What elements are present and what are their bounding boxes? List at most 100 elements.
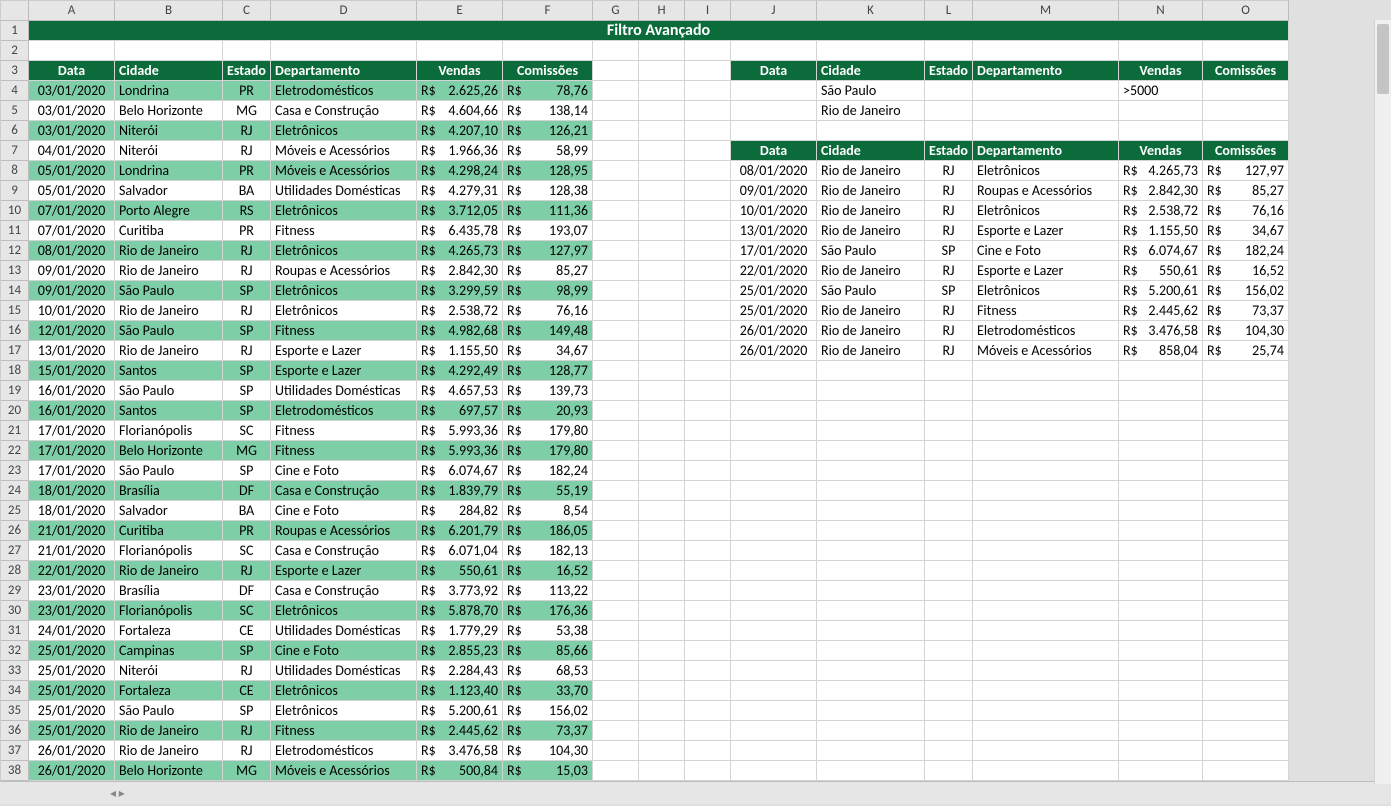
cell[interactable]	[115, 41, 223, 61]
row-header-11[interactable]: 11	[1, 221, 29, 241]
row-header-38[interactable]: 38	[1, 761, 29, 781]
cell[interactable]	[685, 101, 731, 121]
cell[interactable]	[593, 161, 639, 181]
cell[interactable]	[639, 121, 685, 141]
cell[interactable]	[817, 561, 925, 581]
cell[interactable]	[817, 381, 925, 401]
cell[interactable]	[925, 721, 973, 741]
cell[interactable]	[817, 481, 925, 501]
row-header-3[interactable]: 3	[1, 61, 29, 81]
cell[interactable]	[685, 461, 731, 481]
row-header-30[interactable]: 30	[1, 601, 29, 621]
cell[interactable]	[731, 441, 817, 461]
cell[interactable]	[639, 521, 685, 541]
cell[interactable]	[925, 541, 973, 561]
row-header-13[interactable]: 13	[1, 261, 29, 281]
cell[interactable]	[973, 361, 1119, 381]
cell[interactable]	[817, 741, 925, 761]
cell[interactable]	[925, 741, 973, 761]
cell[interactable]	[925, 441, 973, 461]
row-header-4[interactable]: 4	[1, 81, 29, 101]
cell[interactable]	[731, 41, 817, 61]
cell[interactable]	[925, 41, 973, 61]
cell[interactable]	[1119, 581, 1203, 601]
cell[interactable]	[685, 301, 731, 321]
cell[interactable]	[1119, 661, 1203, 681]
cell[interactable]	[1119, 41, 1203, 61]
tab-scroll-icon[interactable]: ◂ ▸	[110, 786, 125, 801]
cell[interactable]	[593, 121, 639, 141]
col-header-G[interactable]: G	[593, 1, 639, 21]
cell[interactable]	[685, 621, 731, 641]
cell[interactable]	[1119, 621, 1203, 641]
cell[interactable]	[639, 341, 685, 361]
cell[interactable]	[973, 381, 1119, 401]
cell[interactable]	[685, 401, 731, 421]
cell[interactable]	[639, 301, 685, 321]
cell[interactable]	[973, 101, 1119, 121]
cell[interactable]	[1203, 741, 1289, 761]
row-header-36[interactable]: 36	[1, 721, 29, 741]
cell[interactable]	[1119, 521, 1203, 541]
cell[interactable]	[593, 581, 639, 601]
cell[interactable]	[817, 681, 925, 701]
row-header-15[interactable]: 15	[1, 301, 29, 321]
cell[interactable]	[639, 201, 685, 221]
cell[interactable]	[817, 41, 925, 61]
cell[interactable]	[1203, 101, 1289, 121]
row-header-28[interactable]: 28	[1, 561, 29, 581]
cell[interactable]	[1203, 641, 1289, 661]
cell[interactable]	[973, 521, 1119, 541]
cell[interactable]	[973, 581, 1119, 601]
cell[interactable]	[1203, 441, 1289, 461]
cell[interactable]	[731, 121, 817, 141]
cell[interactable]	[593, 601, 639, 621]
cell[interactable]	[925, 81, 973, 101]
cell[interactable]	[817, 461, 925, 481]
cell[interactable]	[685, 701, 731, 721]
cell[interactable]	[925, 461, 973, 481]
cell[interactable]	[685, 341, 731, 361]
col-header-L[interactable]: L	[925, 1, 973, 21]
cell[interactable]	[639, 761, 685, 781]
cell[interactable]	[1119, 561, 1203, 581]
cell[interactable]	[731, 581, 817, 601]
cell[interactable]	[593, 221, 639, 241]
row-header-12[interactable]: 12	[1, 241, 29, 261]
row-header-8[interactable]: 8	[1, 161, 29, 181]
cell[interactable]	[731, 381, 817, 401]
cell[interactable]	[817, 581, 925, 601]
row-header-14[interactable]: 14	[1, 281, 29, 301]
cell[interactable]	[639, 441, 685, 461]
cell[interactable]	[1119, 101, 1203, 121]
cell[interactable]	[639, 241, 685, 261]
cell[interactable]	[639, 361, 685, 381]
cell[interactable]	[1203, 721, 1289, 741]
cell[interactable]	[639, 601, 685, 621]
cell[interactable]	[685, 681, 731, 701]
cell[interactable]	[1119, 741, 1203, 761]
row-header-27[interactable]: 27	[1, 541, 29, 561]
cell[interactable]	[639, 461, 685, 481]
row-header-23[interactable]: 23	[1, 461, 29, 481]
cell[interactable]	[639, 281, 685, 301]
cell[interactable]	[639, 101, 685, 121]
row-header-22[interactable]: 22	[1, 441, 29, 461]
cell[interactable]	[973, 121, 1119, 141]
cell[interactable]	[1203, 541, 1289, 561]
cell[interactable]	[593, 301, 639, 321]
cell[interactable]	[925, 681, 973, 701]
select-all-corner[interactable]	[1, 1, 29, 21]
cell[interactable]	[223, 41, 271, 61]
cell[interactable]	[973, 81, 1119, 101]
cell[interactable]	[973, 621, 1119, 641]
cell[interactable]	[639, 321, 685, 341]
cell[interactable]	[593, 241, 639, 261]
cell[interactable]	[685, 161, 731, 181]
cell[interactable]	[417, 41, 503, 61]
cell[interactable]	[593, 741, 639, 761]
cell[interactable]	[973, 461, 1119, 481]
cell[interactable]	[1203, 661, 1289, 681]
cell[interactable]	[593, 441, 639, 461]
cell[interactable]	[817, 441, 925, 461]
